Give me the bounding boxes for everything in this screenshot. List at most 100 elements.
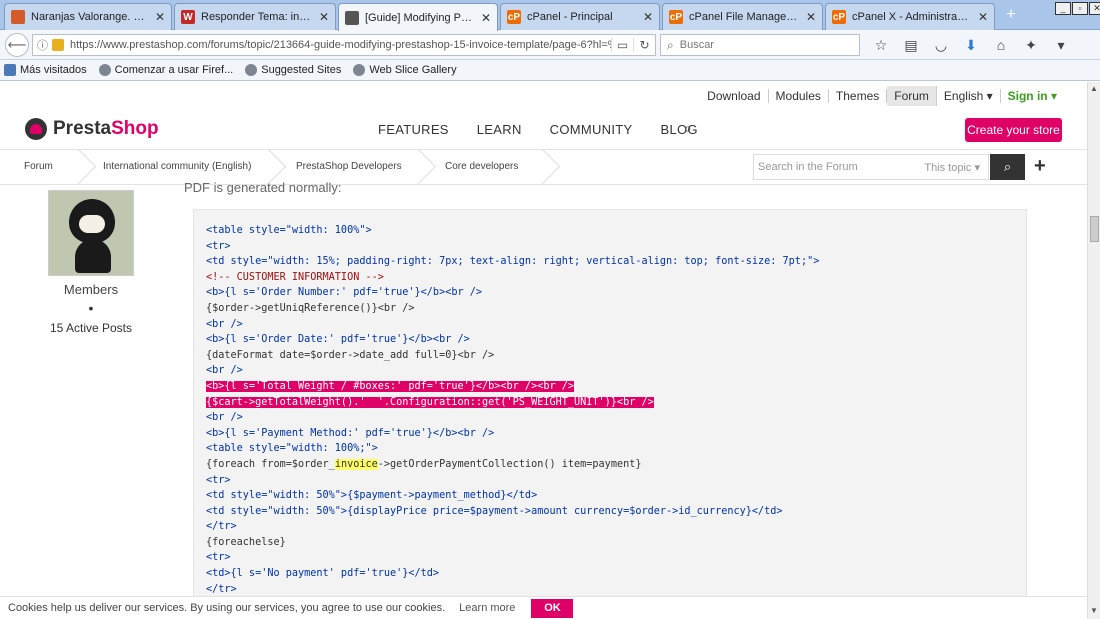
- code-text: <!-- CUSTOMER INFORMATION -->: [206, 271, 384, 283]
- tab-title: [Guide] Modifying Presta...: [365, 11, 475, 24]
- pocket-icon[interactable]: ◡: [926, 34, 956, 56]
- close-window-button[interactable]: ✕: [1089, 2, 1100, 15]
- nav-modules[interactable]: Modules: [769, 89, 829, 103]
- maximize-button[interactable]: ▫: [1072, 2, 1088, 15]
- breadcrumb-core-developers[interactable]: Core developers: [445, 150, 518, 184]
- nav-forum[interactable]: Forum: [887, 86, 937, 106]
- close-tab-icon[interactable]: ✕: [978, 10, 988, 24]
- minimize-button[interactable]: _: [1055, 2, 1071, 15]
- extension-icon[interactable]: ✦: [1016, 34, 1046, 56]
- breadcrumb-separator: [406, 150, 424, 184]
- sign-in-link[interactable]: Sign in ▾: [1001, 89, 1057, 103]
- hamburger-menu-icon[interactable]: ≡: [1090, 34, 1100, 56]
- nav-themes[interactable]: Themes: [829, 89, 888, 103]
- reader-view-icon[interactable]: ▭: [611, 38, 633, 52]
- nav-blog[interactable]: BLOG: [661, 122, 698, 137]
- code-text: {dateFormat date=$order->date_add full=0…: [206, 349, 495, 361]
- site-top-nav: Download Modules Themes Forum English ▾ …: [700, 86, 1057, 106]
- bookmark-star-icon[interactable]: ☆: [866, 34, 896, 56]
- lock-warning-icon[interactable]: [52, 39, 64, 51]
- bookmark-suggested-sites[interactable]: Suggested Sites: [245, 64, 341, 76]
- scroll-up-icon[interactable]: ▲: [1090, 84, 1098, 93]
- prestashop-logo[interactable]: PrestaShop: [25, 118, 159, 140]
- bookmarks-toolbar: Más visitados Comenzar a usar Firef... S…: [0, 60, 1100, 81]
- code-line: <tr>: [206, 550, 1026, 566]
- browser-tab[interactable]: [Guide] Modifying Presta... ✕: [338, 3, 498, 31]
- bookmark-most-visited[interactable]: Más visitados: [4, 64, 87, 76]
- code-line: <b>{l s='Total Weight / #boxes:' pdf='tr…: [206, 379, 1026, 395]
- breadcrumb-separator: [66, 150, 84, 184]
- globe-icon: [353, 64, 366, 76]
- close-tab-icon[interactable]: ✕: [155, 10, 165, 24]
- tab-favicon-icon: W: [181, 10, 195, 24]
- search-scope-dropdown[interactable]: This topic ▾: [924, 161, 988, 174]
- browser-tab[interactable]: cP cPanel File Manager v3 ✕: [662, 3, 823, 30]
- code-line: <br />: [206, 317, 1026, 333]
- breadcrumb-forum[interactable]: Forum: [24, 150, 53, 184]
- browser-tab[interactable]: cP cPanel X - Administrador ... ✕: [825, 3, 995, 30]
- breadcrumb-developers[interactable]: PrestaShop Developers: [296, 150, 402, 184]
- info-icon[interactable]: ⓘ: [37, 37, 48, 53]
- tab-favicon-icon: [345, 10, 359, 25]
- nav-community[interactable]: COMMUNITY: [550, 122, 633, 137]
- scrollbar-thumb[interactable]: [1090, 216, 1099, 242]
- code-block: <table style="width: 100%"> <tr> <td style…: [193, 209, 1027, 600]
- puffin-logo-icon: [25, 118, 47, 140]
- forum-search-button[interactable]: ⌕: [990, 154, 1025, 180]
- scroll-down-icon[interactable]: ▼: [1090, 606, 1098, 615]
- back-button[interactable]: ⟵: [5, 33, 29, 57]
- avatar[interactable]: [48, 190, 134, 276]
- close-tab-icon[interactable]: ✕: [481, 11, 491, 25]
- overflow-chevron-icon[interactable]: ▾: [1046, 34, 1076, 56]
- cookie-ok-button[interactable]: OK: [531, 598, 574, 618]
- tab-title: cPanel X - Administrador ...: [852, 11, 972, 23]
- browser-search-placeholder: Buscar: [679, 39, 714, 51]
- learn-more-link[interactable]: Learn more: [459, 602, 515, 614]
- reload-icon[interactable]: ↻: [633, 38, 655, 52]
- browser-search-input[interactable]: ⌕ Buscar: [660, 34, 860, 56]
- close-tab-icon[interactable]: ✕: [806, 10, 816, 24]
- globe-icon: [98, 64, 111, 76]
- browser-tab[interactable]: W Responder Tema: incluir ... ✕: [174, 3, 336, 30]
- code-line: <td style="width: 50%">{$payment->paymen…: [206, 488, 1026, 504]
- close-tab-icon[interactable]: ✕: [319, 10, 329, 24]
- page-scrollbar[interactable]: ▲ ▼: [1087, 82, 1100, 619]
- page-viewport: Download Modules Themes Forum English ▾ …: [0, 82, 1087, 600]
- code-line: <b>{l s='Payment Method:' pdf='true'}</b…: [206, 426, 1026, 442]
- language-selector[interactable]: English ▾: [937, 89, 1001, 103]
- code-text: <td style="width: 50%">{displayPrice pri…: [206, 505, 783, 517]
- plus-icon[interactable]: +: [1034, 154, 1046, 178]
- site-search-icon[interactable]: ⌕: [684, 120, 692, 137]
- bookmark-web-slice-gallery[interactable]: Web Slice Gallery: [353, 64, 457, 76]
- forum-search-input[interactable]: Search in the Forum This topic ▾: [753, 154, 989, 180]
- nav-features[interactable]: FEATURES: [378, 122, 449, 137]
- close-tab-icon[interactable]: ✕: [643, 10, 653, 24]
- bookmarks-list-icon[interactable]: ▤: [896, 34, 926, 56]
- breadcrumb: Forum International community (English) …: [0, 149, 1087, 185]
- browser-tab[interactable]: Naranjas Valorange. Dire... ✕: [4, 3, 172, 30]
- cookie-banner: Cookies help us deliver our services. By…: [0, 596, 1087, 619]
- code-line: <td style="width: 15%; padding-right: 7p…: [206, 254, 1026, 270]
- new-tab-button[interactable]: +: [998, 4, 1024, 26]
- browser-navbar: ⟵ ⓘ https://www.prestashop.com/forums/to…: [0, 30, 1100, 60]
- download-icon[interactable]: ⬇: [956, 34, 986, 56]
- url-text[interactable]: https://www.prestashop.com/forums/topic/…: [70, 39, 611, 51]
- code-text: </tr>: [206, 521, 237, 533]
- url-bar[interactable]: ⓘ https://www.prestashop.com/forums/topi…: [32, 34, 656, 56]
- code-text: <table style="width: 100%;">: [206, 443, 378, 455]
- cookie-text: Cookies help us deliver our services. By…: [8, 602, 446, 614]
- code-line: {dateFormat date=$order->date_add full=0…: [206, 348, 1026, 364]
- active-posts-link[interactable]: 15 Active Posts: [28, 321, 154, 335]
- tab-title: cPanel File Manager v3: [689, 11, 800, 23]
- nav-download[interactable]: Download: [700, 89, 769, 103]
- bookmark-getting-started[interactable]: Comenzar a usar Firef...: [98, 64, 233, 76]
- logo-presta: Presta: [53, 118, 112, 139]
- code-text: <table style="width: 100%">: [206, 225, 372, 236]
- create-store-button[interactable]: Create your store: [965, 118, 1062, 142]
- browser-tab[interactable]: cP cPanel - Principal ✕: [500, 3, 660, 30]
- code-text: <tr>: [206, 240, 231, 252]
- home-icon[interactable]: ⌂: [986, 34, 1016, 56]
- code-line: {foreach from=$order_invoice->getOrderPa…: [206, 457, 1026, 473]
- breadcrumb-international[interactable]: International community (English): [103, 150, 251, 184]
- nav-learn[interactable]: LEARN: [477, 122, 522, 137]
